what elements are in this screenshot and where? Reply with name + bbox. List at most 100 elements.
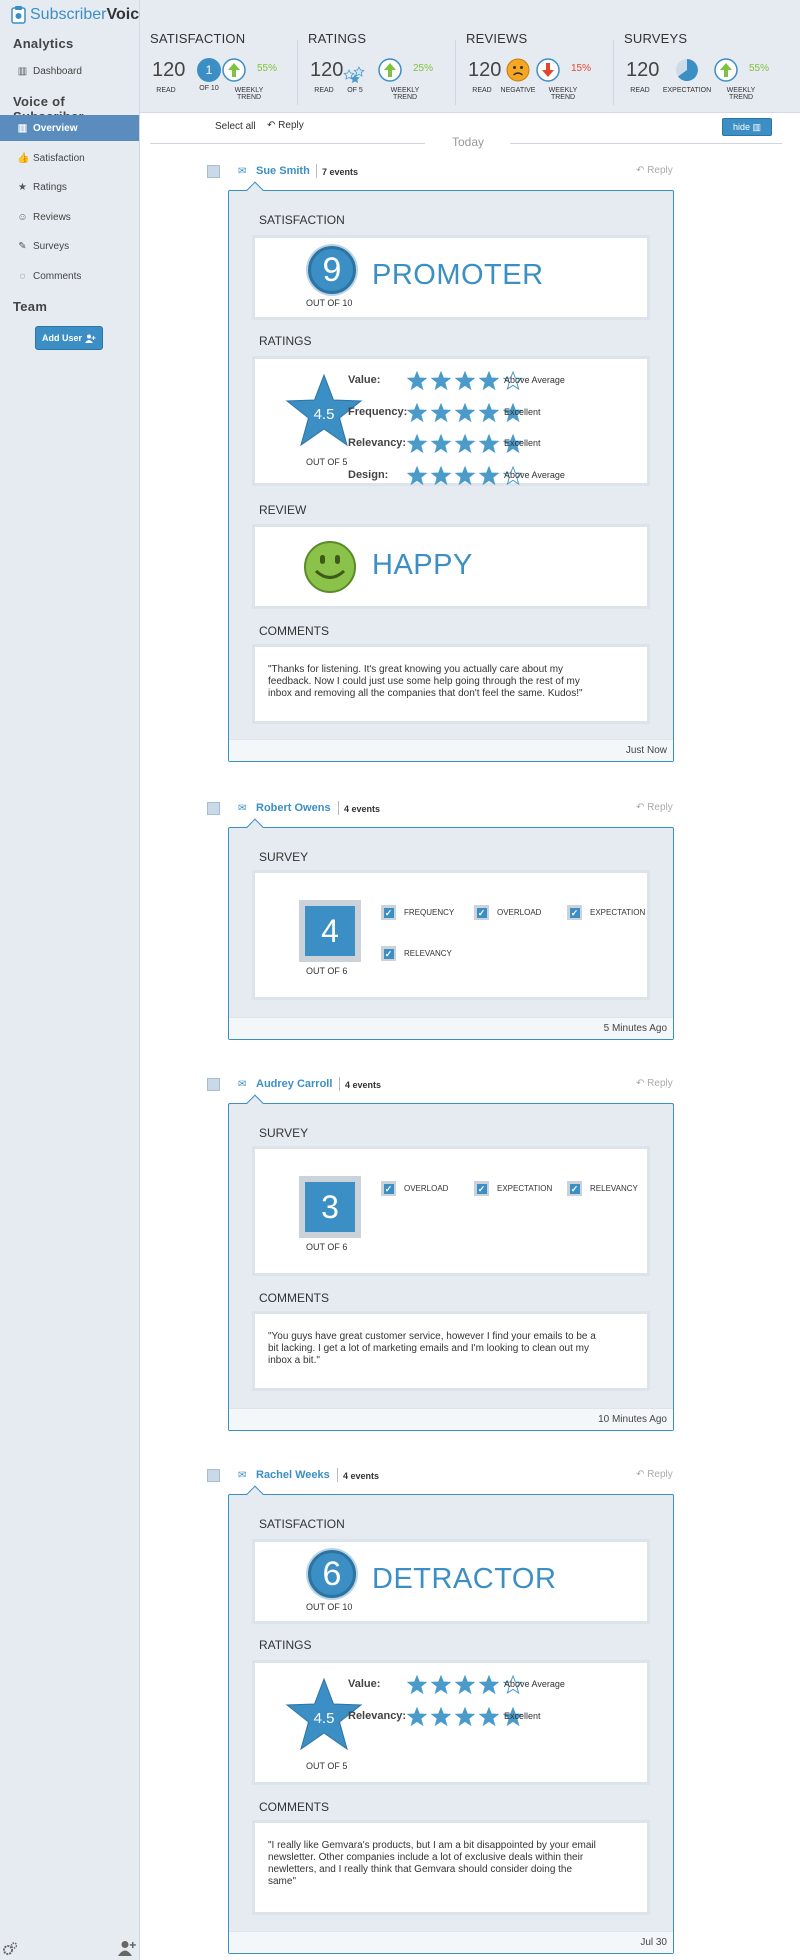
card-footer: 10 Minutes Ago <box>229 1408 673 1430</box>
reply-icon: ↶ <box>267 120 276 131</box>
event-count: 4 events <box>344 804 381 814</box>
comment-line: feedback. Now I could just use some help… <box>268 676 580 687</box>
trend-up-icon <box>222 58 246 82</box>
survey-option: ✓ OVERLOAD <box>381 1181 448 1196</box>
reply-label: Reply <box>647 1469 673 1480</box>
out-of-label: OUT OF 10 <box>306 1602 353 1612</box>
checkbox-checked: ✓ <box>381 946 396 961</box>
subscriber-name[interactable]: Sue Smith <box>256 165 310 177</box>
reply-button[interactable]: ↶ Reply <box>636 802 673 813</box>
star-filled-icon <box>431 1675 451 1694</box>
subscriber-name[interactable]: Rachel Weeks <box>256 1469 330 1481</box>
sidebar-item-overview[interactable]: ▥ Overview <box>0 115 139 141</box>
comment-text: "You guys have great customer service, h… <box>268 1331 596 1367</box>
comment-line: "I really like Gemvara's products, but I… <box>268 1840 596 1851</box>
score-metric: EXPECTATION <box>662 56 712 94</box>
comments-box: "You guys have great customer service, h… <box>252 1311 650 1391</box>
reply-all-button[interactable]: ↶ Reply <box>267 120 304 131</box>
sidebar-item-label: Satisfaction <box>33 152 85 164</box>
out-of-label: OUT OF 5 <box>306 1761 348 1771</box>
app-logo[interactable]: Subscriber Voice <box>10 4 148 26</box>
checkbox-checked: ✓ <box>474 905 489 920</box>
add-user-button[interactable]: Add User <box>35 326 103 350</box>
divider-left <box>150 143 425 144</box>
rating-label: Design: <box>348 468 389 481</box>
sidebar-item-ratings[interactable]: ★ Ratings <box>0 174 139 200</box>
star-filled-icon <box>455 371 475 390</box>
satisfaction-box: 9 OUT OF 10 PROMOTER <box>252 235 650 320</box>
checkbox-checked: ✓ <box>567 1181 582 1196</box>
subscriber-name[interactable]: Audrey Carroll <box>256 1078 332 1090</box>
bar-chart-icon: ▥ <box>752 121 762 132</box>
checkbox-checked: ✓ <box>381 905 396 920</box>
survey-option: ✓ EXPECTATION <box>474 1181 552 1196</box>
settings-icon[interactable] <box>3 1942 17 1956</box>
rating-description: Excellent <box>504 406 541 417</box>
comment-line: bit lacking. I get a lot of marketing em… <box>268 1343 589 1354</box>
rating-score: 4.5 <box>314 1710 335 1727</box>
satisfaction-box: 6 OUT OF 10 DETRACTOR <box>252 1539 650 1624</box>
comment-line: same" <box>268 1876 297 1887</box>
trend-up-icon <box>714 58 738 82</box>
select-checkbox[interactable] <box>207 165 220 178</box>
star-filled-icon <box>479 371 499 390</box>
survey-box: 3 OUT OF 6 ✓ OVERLOAD ✓ EXPECTATION ✓ RELEV… <box>252 1146 650 1276</box>
star-filled-icon <box>455 1675 475 1694</box>
rating-description: Excellent <box>504 1710 541 1721</box>
select-checkbox[interactable] <box>207 1469 220 1482</box>
option-label: RELEVANCY <box>590 1184 638 1193</box>
reply-button[interactable]: ↶ Reply <box>636 165 673 176</box>
timestamp: Just Now <box>625 745 667 756</box>
option-label: OVERLOAD <box>404 1184 449 1193</box>
star-filled-icon <box>431 1706 451 1726</box>
star-filled-icon <box>479 434 499 453</box>
out-of-label: OUT OF 5 <box>306 457 348 467</box>
subscriber-name[interactable]: Robert Owens <box>256 802 331 814</box>
section-heading: RATINGS <box>259 334 312 348</box>
select-checkbox[interactable] <box>207 1078 220 1091</box>
hide-button[interactable]: hide ▥ <box>722 118 772 136</box>
sidebar-item-satisfaction[interactable]: 👍 Satisfaction <box>0 145 139 171</box>
user-add-icon[interactable] <box>118 1940 136 1956</box>
card-pointer <box>246 181 264 199</box>
sidebar-item-surveys[interactable]: ✎ Surveys <box>0 233 139 259</box>
trend-up-icon <box>378 58 402 82</box>
ratings-box: 4.5 OUT OF 5 Value: Above Average Relevanc… <box>252 1660 650 1785</box>
rating-description: Above Average <box>504 469 565 480</box>
read-label: READ <box>314 87 334 94</box>
checkbox-checked: ✓ <box>474 1181 489 1196</box>
option-label: FREQUENCY <box>404 908 455 917</box>
rating-score: 4.5 <box>314 406 335 423</box>
sidebar-item-comments[interactable]: ◌ Comments <box>0 263 139 289</box>
comment-line: "You guys have great customer service, h… <box>268 1331 596 1342</box>
event-count: 4 events <box>343 1471 380 1481</box>
select-checkbox[interactable] <box>207 802 220 815</box>
sidebar-item-dashboard[interactable]: ▥ Dashboard <box>0 58 139 84</box>
nps-category: PROMOTER <box>372 259 544 291</box>
read-metric: 120 READ <box>468 56 501 94</box>
divider <box>339 1077 340 1091</box>
reply-button[interactable]: ↶ Reply <box>636 1078 673 1089</box>
section-heading: SATISFACTION <box>259 213 345 227</box>
rating-description: Above Average <box>504 1679 565 1689</box>
envelope-icon: ✉ <box>238 166 247 177</box>
sidebar: Subscriber Voice Analytics ▥ Dashboard Voi… <box>0 0 148 1960</box>
sidebar-footer <box>0 1937 139 1960</box>
review-sentiment: HAPPY <box>372 549 473 581</box>
card-footer: Jul 30 <box>229 1931 673 1953</box>
reply-button[interactable]: ↶ Reply <box>636 1469 673 1480</box>
stars-cluster-icon <box>343 66 365 83</box>
comment-line: inbox a bit." <box>268 1355 320 1366</box>
survey-box: 4 OUT OF 6 ✓ FREQUENCY ✓ OVERLOAD ✓ EXPECTA… <box>252 870 650 1000</box>
select-all-button[interactable]: Select all <box>215 121 256 132</box>
star-filled-icon <box>431 465 451 485</box>
read-metric: 120 READ <box>626 56 659 94</box>
sidebar-item-reviews[interactable]: ☺ Reviews <box>0 204 139 230</box>
stat-satisfaction: SATISFACTION 120 READ 1 OF 10 WEEKLY TRE… <box>140 0 298 113</box>
card-footer: Just Now <box>229 739 673 761</box>
reply-icon: ↶ <box>636 802 645 813</box>
comment-text: "Thanks for listening. It's great knowin… <box>268 664 583 700</box>
divider <box>316 164 317 178</box>
trend-percent: 15% <box>571 63 592 74</box>
stat-reviews: REVIEWS 120 READ NEGATIVE WEEKLY TREND 1… <box>456 0 614 113</box>
